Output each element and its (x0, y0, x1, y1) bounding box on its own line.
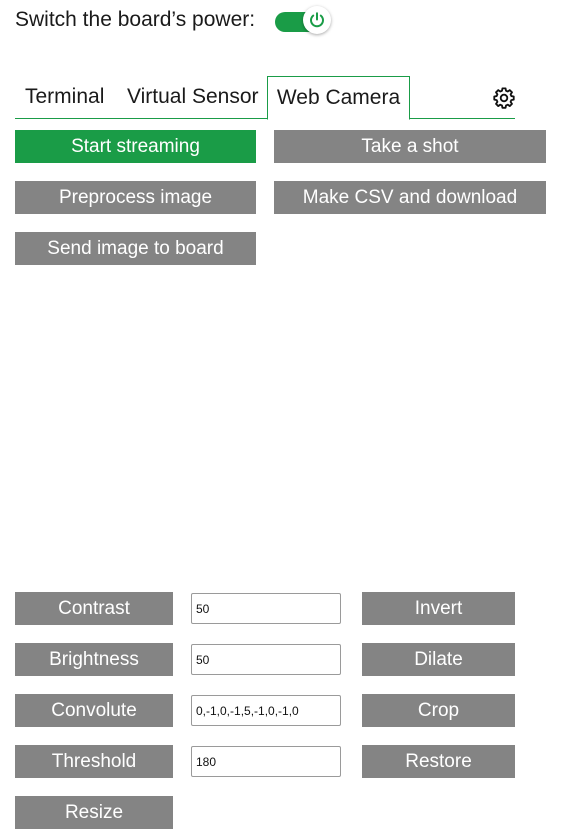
power-toggle[interactable] (275, 6, 331, 34)
tab-web-camera[interactable]: Web Camera (267, 76, 410, 120)
convolute-input[interactable] (191, 695, 341, 726)
restore-button[interactable]: Restore (362, 745, 515, 778)
resize-button[interactable]: Resize (15, 796, 173, 829)
contrast-input[interactable] (191, 593, 341, 624)
invert-button[interactable]: Invert (362, 592, 515, 625)
threshold-button[interactable]: Threshold (15, 745, 173, 778)
convolute-button[interactable]: Convolute (15, 694, 173, 727)
brightness-button[interactable]: Brightness (15, 643, 173, 676)
power-label: Switch the board’s power: (15, 8, 256, 31)
tab-terminal[interactable]: Terminal (25, 76, 104, 118)
take-shot-button[interactable]: Take a shot (274, 130, 546, 163)
preprocess-image-button[interactable]: Preprocess image (15, 181, 256, 214)
send-image-button[interactable]: Send image to board (15, 232, 256, 265)
toggle-knob (303, 6, 331, 34)
power-icon (310, 12, 324, 28)
tab-virtual-sensor[interactable]: Virtual Sensor (127, 76, 259, 118)
gear-icon[interactable] (493, 87, 515, 109)
make-csv-button[interactable]: Make CSV and download (274, 181, 546, 214)
tab-bar: Terminal Virtual Sensor Web Camera (15, 76, 515, 120)
brightness-input[interactable] (191, 644, 341, 675)
contrast-button[interactable]: Contrast (15, 592, 173, 625)
crop-button[interactable]: Crop (362, 694, 515, 727)
threshold-input[interactable] (191, 746, 341, 777)
dilate-button[interactable]: Dilate (362, 643, 515, 676)
start-streaming-button[interactable]: Start streaming (15, 130, 256, 163)
